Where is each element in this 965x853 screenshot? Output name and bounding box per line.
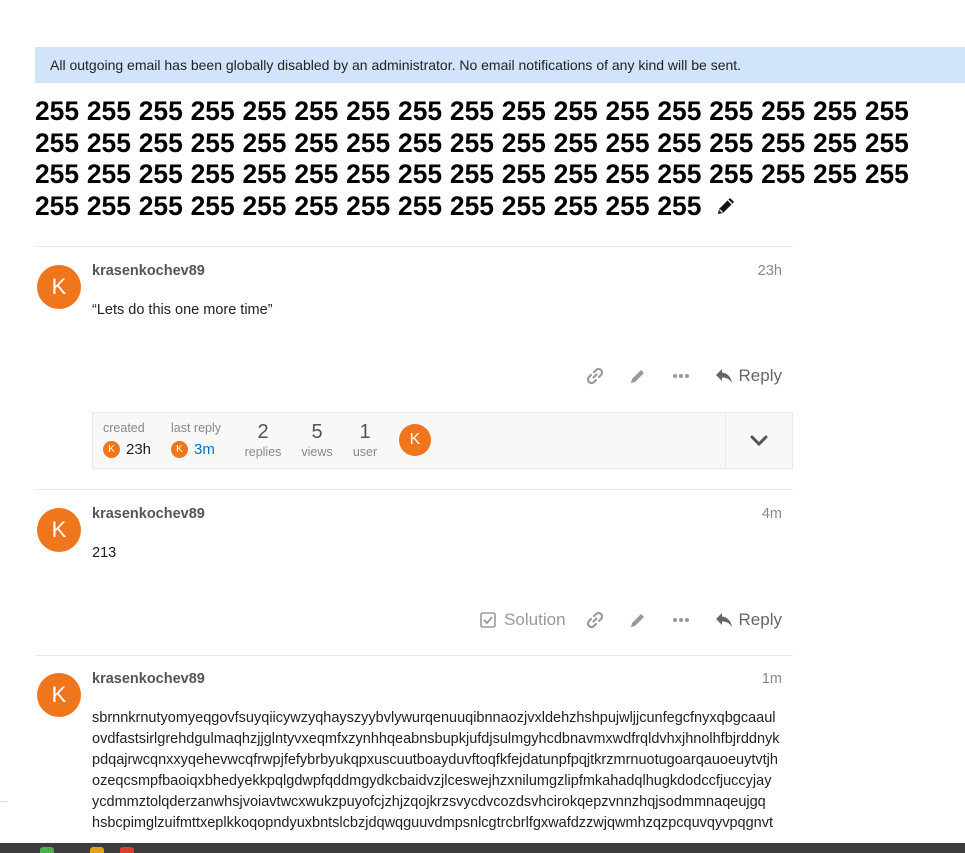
divider xyxy=(0,801,8,802)
chevron-down-icon xyxy=(750,435,768,446)
avatar[interactable]: K xyxy=(37,508,81,552)
replies-label: replies xyxy=(244,445,282,459)
expand-topic-map-button[interactable] xyxy=(725,413,792,468)
checkbox-icon xyxy=(480,612,496,628)
reply-button[interactable]: Reply xyxy=(715,605,782,635)
post-actions: Solution Reply xyxy=(480,605,782,635)
post-body: “Lets do this one more time” xyxy=(92,302,273,318)
post-date[interactable]: 1m xyxy=(762,671,782,687)
last-reply-value: 3m xyxy=(194,441,215,458)
taskbar xyxy=(0,843,965,853)
last-reply-info[interactable]: K 3m xyxy=(171,441,215,458)
taskbar-app-icon[interactable] xyxy=(120,847,134,853)
edit-icon[interactable] xyxy=(617,605,660,635)
post-username[interactable]: krasenkochev89 xyxy=(92,263,205,279)
post-date[interactable]: 4m xyxy=(762,506,782,522)
post-body: sbrnnkrnutyomyeqgovfsuyqiicywzyqhayszyyb… xyxy=(92,708,792,834)
post-body: 213 xyxy=(92,545,117,561)
avatar[interactable]: K xyxy=(37,673,81,717)
post-date[interactable]: 23h xyxy=(758,263,782,279)
body-line: ycdmmztolqderzanwhsjvoiavtwcxwukzpuyofcj… xyxy=(92,794,766,810)
created-info[interactable]: K 23h xyxy=(103,441,151,458)
solution-label: Solution xyxy=(504,610,566,629)
reply-button[interactable]: Reply xyxy=(715,361,782,391)
post-username[interactable]: krasenkochev89 xyxy=(92,671,205,687)
views-label: views xyxy=(301,445,333,459)
views-count: 5 xyxy=(311,421,323,443)
last-reply-label: last reply xyxy=(171,421,222,435)
body-line: pdqajrwcqnxxyqehevwcqfrwpjfefybrbyukqpxu… xyxy=(92,752,778,768)
body-line: sbrnnkrnutyomyeqgovfsuyqiicywzyqhayszyyb… xyxy=(92,710,776,726)
participant-avatar[interactable]: K xyxy=(399,424,431,456)
taskbar-app-icon[interactable] xyxy=(90,847,104,853)
reply-label: Reply xyxy=(738,366,782,385)
post-actions: Reply xyxy=(574,361,782,391)
more-icon[interactable] xyxy=(660,605,703,635)
taskbar-app-icon[interactable] xyxy=(40,847,54,853)
topic-title: 255 255 255 255 255 255 255 255 255 255 … xyxy=(35,96,960,222)
topic-map: created K 23h last reply K 3m 2 replies … xyxy=(92,412,793,469)
topic-title-text: 255 255 255 255 255 255 255 255 255 255 … xyxy=(35,96,909,221)
users-label: user xyxy=(352,445,378,459)
post: K krasenkochev89 4m 213 Solution Reply xyxy=(35,489,793,656)
replies-count: 2 xyxy=(257,421,269,443)
created-label: created xyxy=(103,421,145,435)
banner-text: All outgoing email has been globally dis… xyxy=(50,57,742,73)
body-line: ovdfastsirlgrehdgulmaqhzjjglntyvxeqmfxzy… xyxy=(92,731,780,747)
pencil-icon[interactable] xyxy=(715,193,737,215)
link-icon[interactable] xyxy=(574,361,617,391)
reply-icon xyxy=(715,613,732,627)
edit-icon[interactable] xyxy=(617,361,660,391)
reply-icon xyxy=(715,369,732,383)
reply-label: Reply xyxy=(738,610,782,629)
body-line: hsbcpimglzuifmttxeplkkoqopndyuxbntslcbzj… xyxy=(92,815,774,831)
more-icon[interactable] xyxy=(660,361,703,391)
post-username[interactable]: krasenkochev89 xyxy=(92,506,205,522)
solution-button[interactable]: Solution xyxy=(480,605,566,635)
avatar: K xyxy=(103,441,120,458)
link-icon[interactable] xyxy=(574,605,617,635)
body-line: ozeqcsmpfbaoiqxbhedyekkpqlgdwpfqddmgydkc… xyxy=(92,773,772,789)
users-count: 1 xyxy=(359,421,371,443)
avatar: K xyxy=(171,441,188,458)
email-disabled-banner: All outgoing email has been globally dis… xyxy=(35,47,965,83)
created-value: 23h xyxy=(126,441,152,458)
avatar[interactable]: K xyxy=(37,265,81,309)
